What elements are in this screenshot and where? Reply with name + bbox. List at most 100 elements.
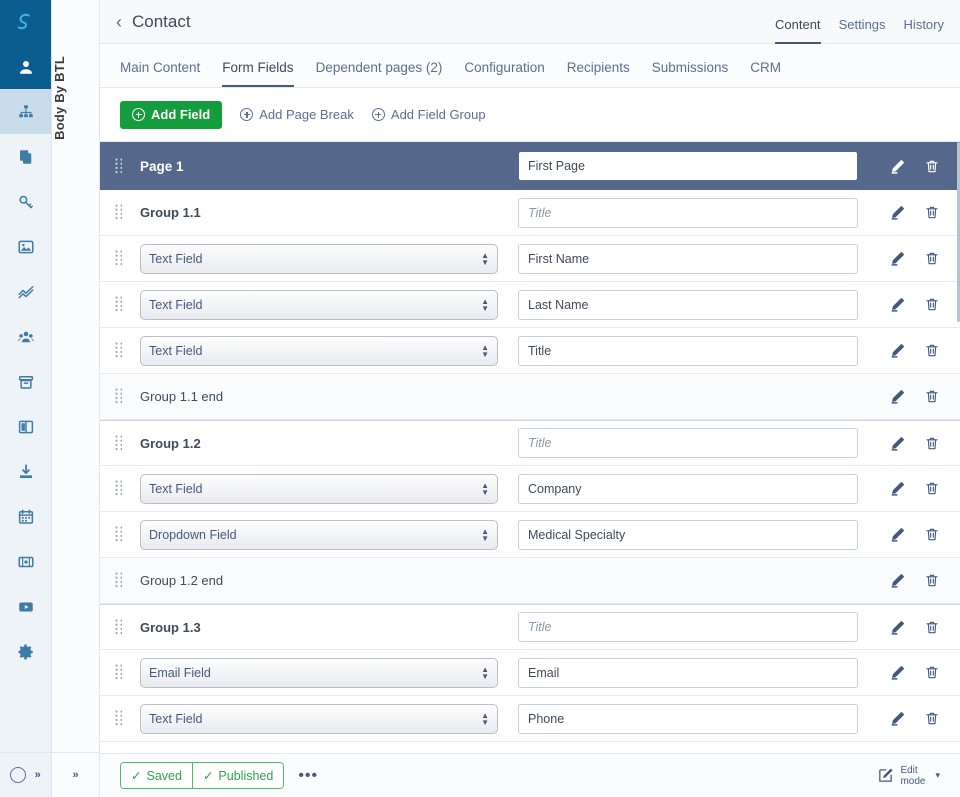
edit-row-button[interactable] (889, 480, 906, 497)
subtab-dependent-pages-2[interactable]: Dependent pages (2) (316, 61, 443, 88)
delete-row-button[interactable] (924, 158, 940, 175)
field-label-input[interactable] (518, 520, 858, 550)
row-actions (889, 388, 960, 405)
rail-item-layouts[interactable] (0, 404, 51, 449)
drag-handle[interactable] (108, 204, 128, 221)
delete-row-button[interactable] (924, 480, 940, 497)
edit-row-button[interactable] (889, 619, 906, 636)
group-title-input[interactable] (518, 612, 858, 642)
rail-item-cards[interactable] (0, 539, 51, 584)
group-title-input[interactable] (518, 198, 858, 228)
group-title-input[interactable] (518, 428, 858, 458)
drag-handle[interactable] (108, 435, 128, 452)
rail-item-archive[interactable] (0, 359, 51, 404)
drag-handle[interactable] (108, 710, 128, 727)
edit-row-button[interactable] (889, 710, 906, 727)
edit-row-button[interactable] (889, 342, 906, 359)
delete-row-button[interactable] (924, 435, 940, 452)
field-type-select[interactable]: Text FieldDropdown FieldEmail Field (140, 658, 498, 688)
edit-row-button[interactable] (889, 388, 906, 405)
brand-swirl-icon[interactable] (0, 0, 51, 44)
field-label-input[interactable] (518, 658, 858, 688)
delete-row-button[interactable] (924, 572, 940, 589)
drag-handle[interactable] (108, 296, 128, 313)
field-type-select[interactable]: Text FieldDropdown FieldEmail Field (140, 244, 498, 274)
delete-row-button[interactable] (924, 342, 940, 359)
rail-item-analytics[interactable] (0, 269, 51, 314)
edit-row-button[interactable] (889, 158, 906, 175)
more-options-button[interactable]: ••• (298, 768, 318, 784)
rail-item-video[interactable] (0, 584, 51, 629)
rail-item-settings[interactable] (0, 629, 51, 674)
subtab-crm[interactable]: CRM (750, 61, 781, 88)
double-chevron-right-icon[interactable]: » (72, 769, 78, 781)
edit-row-button[interactable] (889, 296, 906, 313)
chevron-left-icon[interactable]: ‹ (116, 13, 122, 31)
caret-down-icon[interactable]: ▾ (935, 770, 940, 781)
rail-item-pages[interactable] (0, 134, 51, 179)
edit-row-button[interactable] (889, 250, 906, 267)
subtab-form-fields[interactable]: Form Fields (222, 61, 293, 88)
drag-handle[interactable] (108, 158, 128, 175)
field-label-input[interactable] (518, 290, 858, 320)
delete-row-button[interactable] (924, 296, 940, 313)
field-label-input[interactable] (518, 244, 858, 274)
subtab-main-content[interactable]: Main Content (120, 61, 200, 88)
delete-row-button[interactable] (924, 664, 940, 681)
delete-row-button[interactable] (924, 388, 940, 405)
add-page-break-button[interactable]: Add Page Break (240, 107, 354, 122)
edit-row-button[interactable] (889, 204, 906, 221)
site-strip: Body By BTL » (52, 0, 100, 797)
rail-item-keys[interactable] (0, 179, 51, 224)
delete-row-button[interactable] (924, 526, 940, 543)
tab-content[interactable]: Content (775, 0, 821, 44)
delete-row-button[interactable] (924, 250, 940, 267)
page-title-input[interactable] (518, 151, 858, 181)
subtab-configuration[interactable]: Configuration (464, 61, 544, 88)
field-type-select[interactable]: Text FieldDropdown FieldEmail Field (140, 336, 498, 366)
tab-history[interactable]: History (904, 0, 944, 44)
rail-item-users[interactable] (0, 44, 51, 89)
rail-item-audience[interactable] (0, 314, 51, 359)
field-label-input[interactable] (518, 474, 858, 504)
rail-item-sitemap[interactable] (0, 89, 51, 134)
drag-handle[interactable] (108, 250, 128, 267)
field-type-select[interactable]: Text FieldDropdown FieldEmail Field (140, 474, 498, 504)
tab-settings[interactable]: Settings (839, 0, 886, 44)
edit-row-button[interactable] (889, 435, 906, 452)
field-label-input[interactable] (518, 704, 858, 734)
delete-row-button[interactable] (924, 204, 940, 221)
edit-mode-button[interactable]: Edit mode (877, 765, 925, 787)
drag-handle[interactable] (108, 480, 128, 497)
subtab-recipients[interactable]: Recipients (567, 61, 630, 88)
subtab-submissions[interactable]: Submissions (652, 61, 729, 88)
row-actions (889, 526, 960, 543)
drag-handle[interactable] (108, 388, 128, 405)
add-field-button[interactable]: Add Field (120, 101, 222, 129)
field-type-select[interactable]: Text FieldDropdown FieldEmail Field (140, 704, 498, 734)
add-field-group-button[interactable]: Add Field Group (372, 107, 486, 122)
drag-handle[interactable] (108, 619, 128, 636)
delete-row-button[interactable] (924, 710, 940, 727)
columns-icon (17, 418, 35, 436)
field-label-input[interactable] (518, 336, 858, 366)
field-row: Text FieldDropdown FieldEmail Field▲▼ (100, 328, 960, 374)
field-type-select[interactable]: Text FieldDropdown FieldEmail Field (140, 290, 498, 320)
drag-handle[interactable] (108, 342, 128, 359)
edit-row-button[interactable] (889, 572, 906, 589)
saved-status-badge[interactable]: ✓ Saved (121, 763, 192, 788)
drag-handle[interactable] (108, 664, 128, 681)
rail-item-downloads[interactable] (0, 449, 51, 494)
delete-row-button[interactable] (924, 619, 940, 636)
double-chevron-right-icon[interactable]: » (35, 769, 41, 781)
avatar-circle-icon[interactable] (10, 767, 26, 783)
rail-item-media[interactable] (0, 224, 51, 269)
field-type-select[interactable]: Text FieldDropdown FieldEmail Field (140, 520, 498, 550)
edit-row-button[interactable] (889, 664, 906, 681)
published-status-badge[interactable]: ✓ Published (192, 763, 283, 788)
rail-item-calendar[interactable] (0, 494, 51, 539)
edit-row-button[interactable] (889, 526, 906, 543)
drag-handle[interactable] (108, 572, 128, 589)
pencil-icon (889, 250, 906, 267)
drag-handle[interactable] (108, 526, 128, 543)
